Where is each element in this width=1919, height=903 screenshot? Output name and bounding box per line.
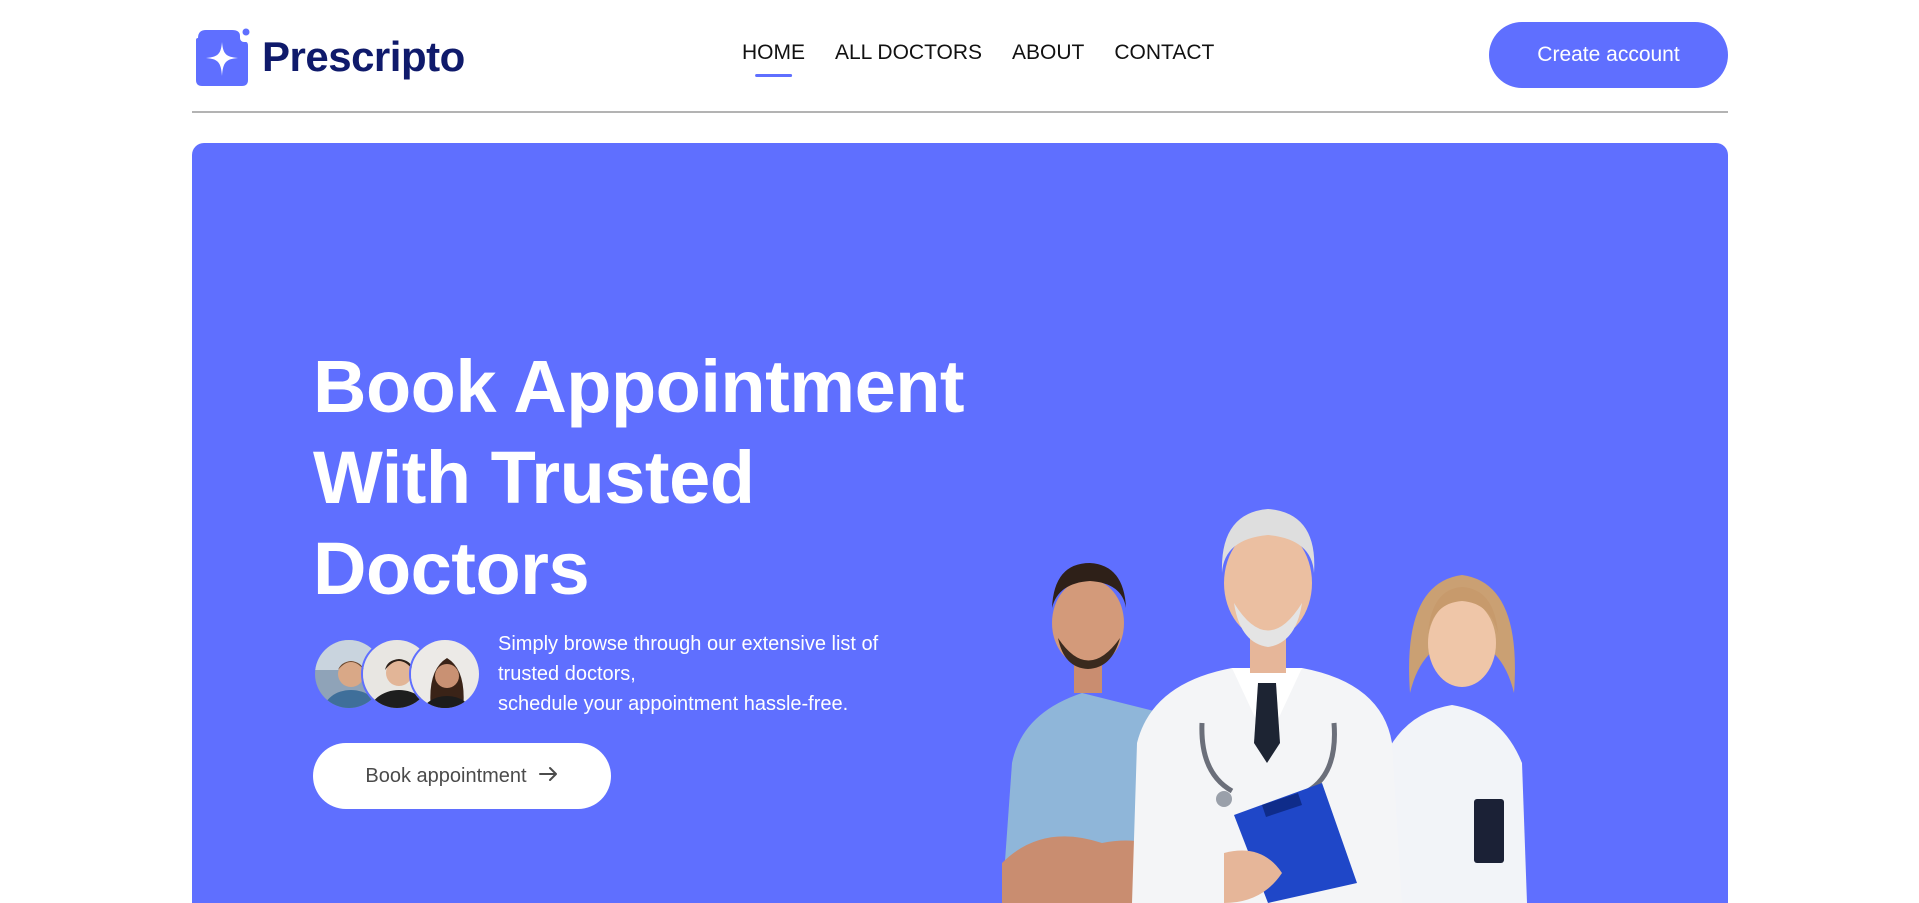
nav-item-about[interactable]: ABOUT [1012, 41, 1084, 65]
hero-description: Simply browse through our extensive list… [498, 629, 918, 719]
nav-item-all-doctors[interactable]: ALL DOCTORS [835, 41, 982, 65]
create-account-button[interactable]: Create account [1489, 22, 1728, 88]
doctor-avatars-group [313, 638, 483, 710]
main-nav: HOME ALL DOCTORS ABOUT CONTACT [742, 41, 1214, 65]
hero-title-line: With Trusted [313, 436, 755, 519]
hero-description-line: schedule your appointment hassle-free. [498, 693, 849, 715]
hero-description-line: Simply browse through our extensive list… [498, 633, 879, 655]
nav-item-contact[interactable]: CONTACT [1114, 41, 1214, 65]
brand-name: Prescripto [262, 33, 465, 80]
navbar: Prescripto HOME ALL DOCTORS ABOUT CONTAC… [192, 0, 1728, 113]
hero-banner: Book Appointment With Trusted Doctors Si… [192, 143, 1728, 903]
book-appointment-label: Book appointment [365, 764, 527, 787]
logo-icon [192, 26, 250, 88]
doctors-group-image [962, 443, 1562, 903]
hero-title-line: Book Appointment [313, 345, 965, 428]
hero-title-line: Doctors [313, 527, 590, 610]
arrow-right-icon [538, 765, 559, 788]
nav-item-home[interactable]: HOME [742, 41, 805, 65]
hero-title: Book Appointment With Trusted Doctors [313, 341, 993, 614]
brand-logo[interactable]: Prescripto [192, 24, 465, 90]
hero-description-line: trusted doctors, [498, 663, 636, 685]
book-appointment-button[interactable]: Book appointment [313, 743, 611, 809]
avatar [409, 638, 481, 710]
